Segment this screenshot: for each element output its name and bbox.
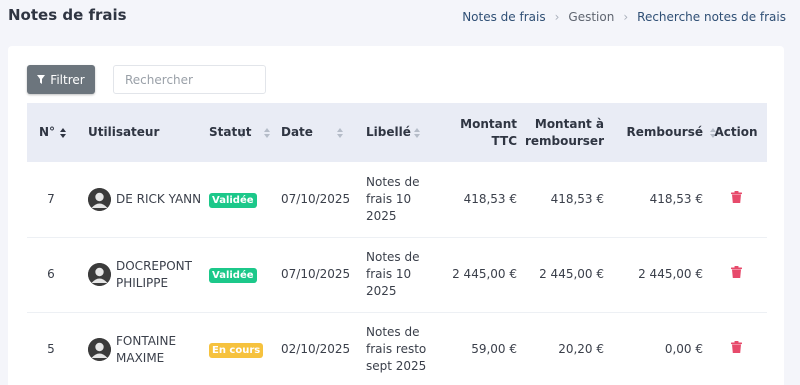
cell-action: [705, 312, 767, 385]
sort-icon: [264, 127, 270, 138]
breadcrumb-recherche[interactable]: Recherche notes de frais: [637, 10, 786, 24]
cell-action: [705, 237, 767, 312]
column-header-label: Statut: [209, 125, 252, 139]
funnel-icon: [37, 75, 46, 84]
column-header-no[interactable]: N°: [27, 103, 75, 162]
search-input[interactable]: [113, 65, 266, 94]
column-header-statut[interactable]: Statut: [209, 103, 281, 162]
page-header: Notes de frais Notes de frais › Gestion …: [0, 0, 800, 40]
main-card: Filtrer N° Utilisateur Statut Date: [8, 46, 784, 385]
breadcrumb-gestion: Gestion: [568, 10, 615, 24]
column-header-montant-a-rembourser[interactable]: Montant à rembourser: [519, 103, 606, 162]
expense-table: N° Utilisateur Statut Date Libellé Monta…: [27, 103, 767, 385]
column-header-date[interactable]: Date: [281, 103, 365, 162]
table-row[interactable]: 5 FONTAINE MAXIME En cours 02/10/2025 No…: [27, 312, 767, 385]
page-title: Notes de frais: [8, 6, 127, 24]
cell-montant-a-rembourser: 20,20 €: [558, 342, 604, 356]
libelle-line: Notes de: [366, 174, 420, 189]
trash-icon[interactable]: [730, 190, 742, 203]
cell-statut: Validée: [209, 162, 281, 237]
cell-no: 6: [47, 267, 55, 281]
cell-montant-a-rembourser: 2 445,00 €: [539, 267, 604, 281]
user-name-line: PHILIPPE: [116, 275, 169, 290]
status-badge: Validée: [209, 268, 257, 283]
breadcrumb-separator-icon: ›: [554, 10, 560, 24]
cell-user: FONTAINE MAXIME: [75, 312, 209, 385]
sort-icon: [414, 127, 420, 138]
column-header-rembourse[interactable]: Remboursé: [606, 103, 716, 162]
cell-libelle: Notes de frais resto sept 2025: [365, 312, 432, 385]
cell-statut: En cours: [209, 312, 281, 385]
user-name-line: FONTAINE: [116, 333, 177, 348]
cell-rembourse: 418,53 €: [649, 191, 703, 206]
cell-no: 7: [47, 191, 55, 206]
libelle-line: frais 10: [366, 267, 412, 281]
libelle-line: Notes de: [366, 325, 420, 339]
libelle-line: 2025: [366, 208, 397, 223]
user-name: DOCREPONT PHILIPPE: [116, 258, 192, 292]
column-header-libelle[interactable]: Libellé: [365, 103, 432, 162]
cell-rembourse: 0,00 €: [664, 342, 703, 356]
status-badge: En cours: [209, 343, 264, 358]
column-header-label: Montant à: [534, 116, 604, 131]
column-header-label: Libellé: [366, 125, 411, 139]
filter-button-label: Filtrer: [50, 72, 85, 87]
libelle-line: 2025: [366, 284, 397, 298]
column-header-label: Remboursé: [626, 125, 703, 139]
cell-user: DE RICK YANN: [75, 162, 209, 237]
column-header-label: Utilisateur: [88, 125, 160, 139]
trash-icon[interactable]: [730, 266, 742, 278]
table-row[interactable]: 7 DE RICK YANN Validée 07/10/2025 Notes …: [27, 162, 767, 237]
cell-rembourse: 2 445,00 €: [638, 267, 703, 281]
user-name: FONTAINE MAXIME: [116, 333, 176, 367]
user-avatar-icon: [88, 263, 111, 286]
column-header-label: Action: [714, 125, 758, 139]
user-name: DE RICK YANN: [116, 191, 202, 206]
breadcrumb-notes-de-frais[interactable]: Notes de frais: [462, 10, 545, 24]
column-header-action: Action: [705, 103, 767, 162]
cell-montant-ttc: 418,53 €: [463, 191, 517, 206]
breadcrumb-separator-icon: ›: [623, 10, 629, 24]
column-header-montant-ttc[interactable]: Montant TTC: [432, 103, 519, 162]
breadcrumb: Notes de frais › Gestion › Recherche not…: [462, 10, 786, 24]
cell-montant-ttc: 59,00 €: [471, 342, 517, 356]
sort-icon: [60, 127, 66, 138]
libelle-line: frais 10: [366, 191, 412, 206]
table-row[interactable]: 6 DOCREPONT PHILIPPE Validée 07/10/2025 …: [27, 237, 767, 312]
cell-date: 07/10/2025: [281, 267, 351, 281]
cell-statut: Validée: [209, 237, 281, 312]
sort-icon: [337, 127, 343, 138]
user-avatar-icon: [88, 338, 111, 361]
cell-date: 07/10/2025: [281, 191, 351, 206]
column-header-user[interactable]: Utilisateur: [75, 103, 245, 162]
table-header-row: N° Utilisateur Statut Date Libellé Monta…: [27, 103, 767, 162]
cell-montant-ttc: 2 445,00 €: [452, 267, 517, 281]
libelle-line: frais resto: [366, 342, 427, 356]
cell-libelle: Notes de frais 10 2025: [365, 162, 432, 237]
user-avatar-icon: [88, 187, 111, 211]
filter-button[interactable]: Filtrer: [27, 65, 95, 94]
column-header-label: Montant: [460, 116, 517, 131]
column-header-label: N°: [39, 125, 56, 139]
cell-user: DOCREPONT PHILIPPE: [75, 237, 209, 312]
cell-libelle: Notes de frais 10 2025: [365, 237, 432, 312]
cell-date: 02/10/2025: [281, 342, 351, 356]
user-name-line: MAXIME: [116, 350, 165, 365]
user-name-line: DOCREPONT: [116, 258, 192, 273]
column-header-label: rembourser: [524, 133, 604, 148]
cell-no: 5: [47, 342, 55, 356]
trash-icon[interactable]: [730, 341, 742, 353]
libelle-line: Notes de: [366, 250, 420, 264]
libelle-line: sept 2025: [366, 359, 427, 373]
status-badge: Validée: [209, 192, 257, 208]
column-header-label: TTC: [491, 133, 517, 148]
cell-montant-a-rembourser: 418,53 €: [550, 191, 604, 206]
column-header-label: Date: [281, 125, 313, 139]
cell-action: [705, 162, 767, 237]
